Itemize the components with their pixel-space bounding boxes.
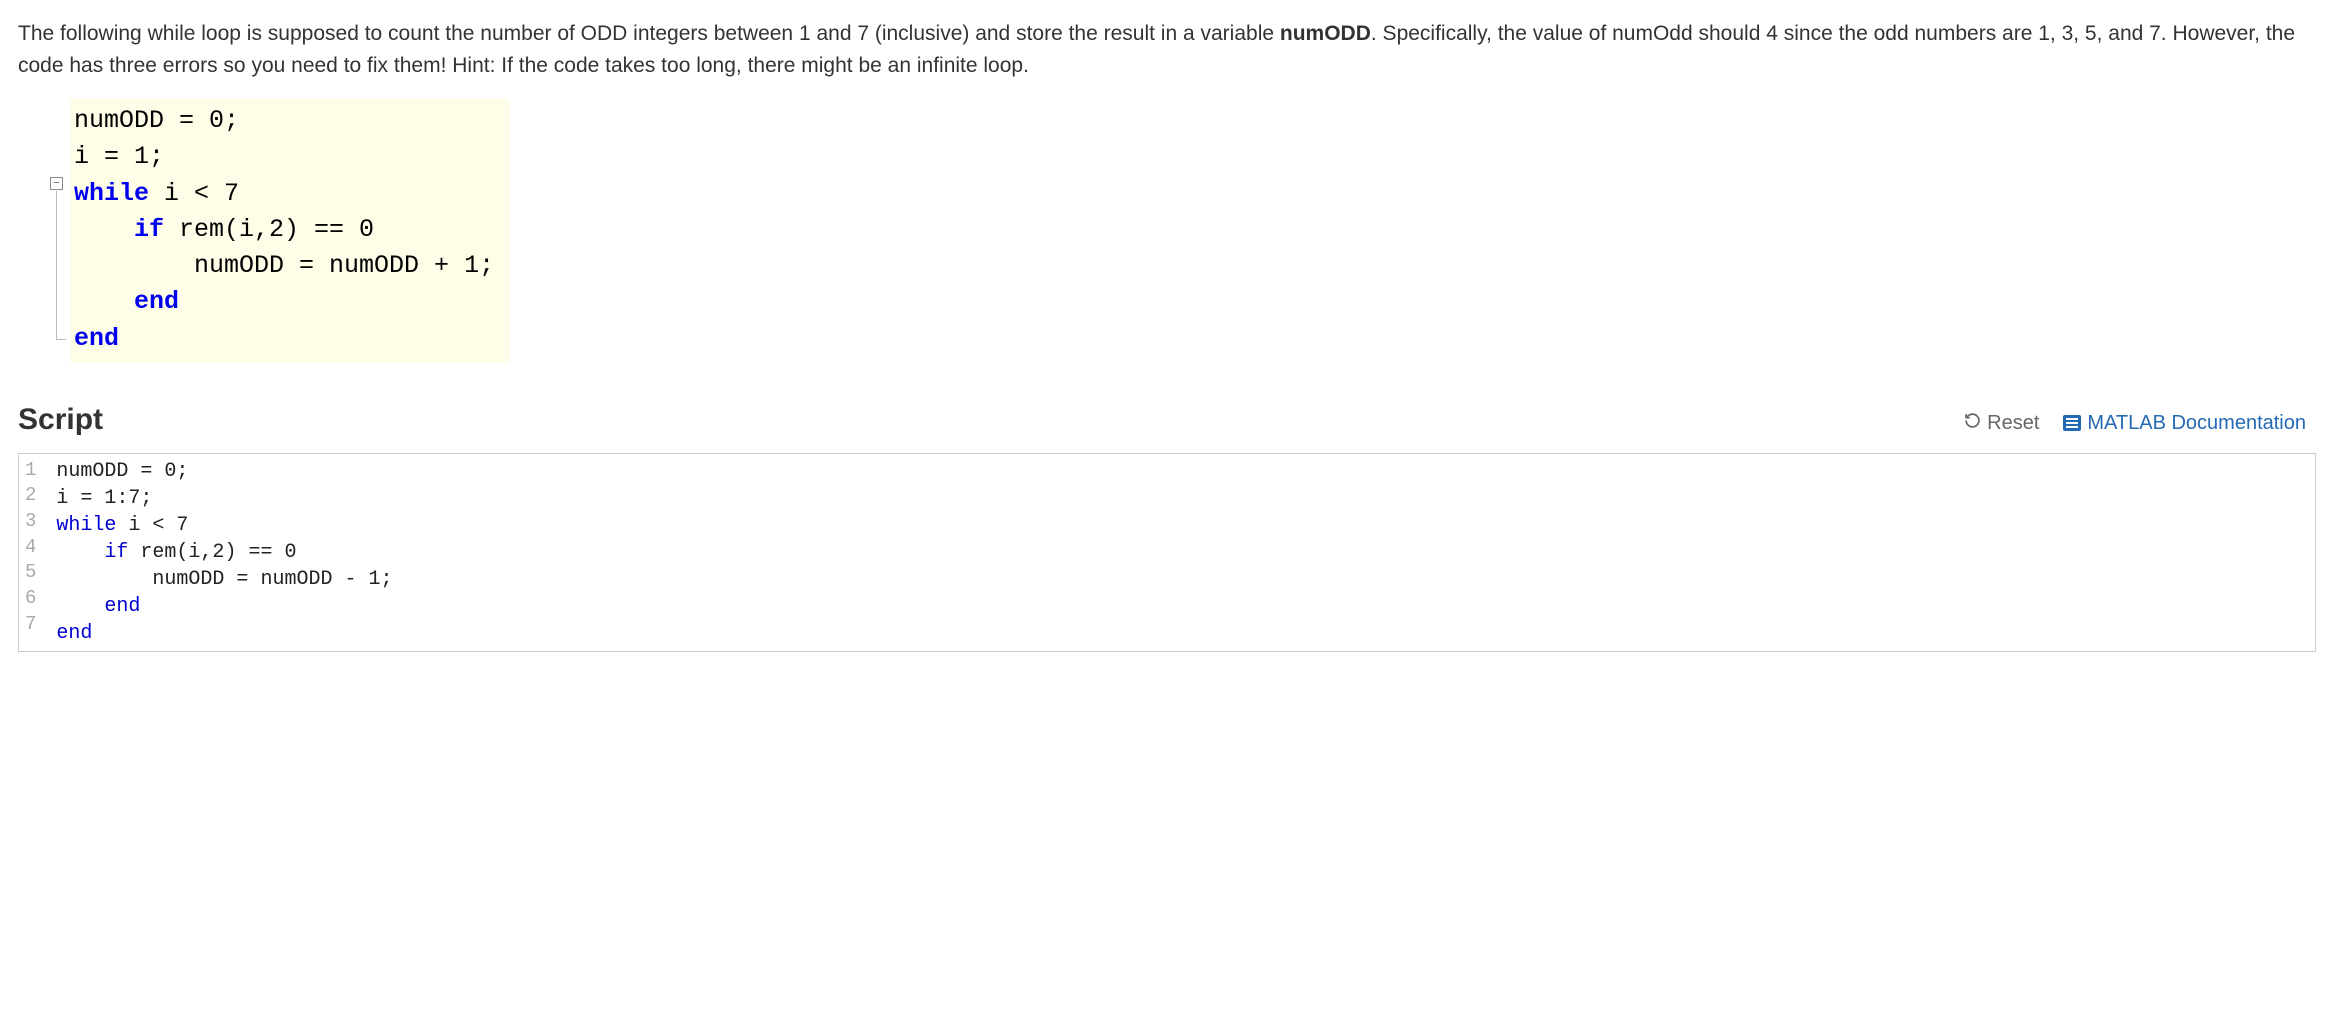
reset-icon: [1964, 412, 1981, 435]
reset-label: Reset: [1987, 412, 2039, 435]
ref-line-5: numODD = numODD + 1;: [74, 251, 494, 280]
documentation-link[interactable]: MATLAB Documentation: [2063, 412, 2306, 435]
line-number: 1: [23, 458, 38, 484]
fold-guide-vertical: [56, 191, 57, 339]
ed-line-4-rest: rem(i,2) == 0: [128, 541, 296, 564]
line-number: 5: [23, 560, 38, 586]
line-number: 3: [23, 509, 38, 535]
reference-code: numODD = 0; i = 1; while i < 7 if rem(i,…: [70, 99, 510, 363]
script-title: Script: [18, 403, 103, 437]
ref-line-3-kw: while: [74, 179, 149, 208]
fold-guide-horizontal: [56, 339, 66, 340]
script-actions: Reset MATLAB Documentation: [1964, 412, 2306, 435]
reference-code-block: − numODD = 0; i = 1; while i < 7 if rem(…: [36, 99, 2316, 363]
editor-line-gutter: 1 2 3 4 5 6 7: [19, 454, 46, 651]
line-number: 6: [23, 586, 38, 612]
ed-line-5: numODD = numODD - 1;: [56, 568, 392, 591]
ref-line-4-rest: rem(i,2) == 0: [164, 215, 374, 244]
ed-line-1: numODD = 0;: [56, 460, 188, 483]
documentation-icon: [2063, 415, 2081, 431]
reset-button[interactable]: Reset: [1964, 412, 2039, 435]
problem-statement: The following while loop is supposed to …: [18, 18, 2316, 81]
ed-line-6-kw: end: [104, 595, 140, 618]
ed-line-6-indent: [56, 595, 104, 618]
ed-line-4-kw: if: [56, 541, 128, 564]
script-header: Script Reset MATLAB Documentation: [18, 403, 2316, 437]
documentation-label: MATLAB Documentation: [2087, 412, 2306, 435]
ref-line-4-kw: if: [74, 215, 164, 244]
ref-line-7: end: [74, 324, 119, 353]
problem-text-a: The following while loop is supposed to …: [18, 22, 1280, 45]
ref-line-3-rest: i < 7: [149, 179, 239, 208]
line-number: 4: [23, 535, 38, 561]
ed-line-2: i = 1:7;: [56, 487, 152, 510]
ref-line-6: end: [74, 287, 179, 316]
editor-code-area[interactable]: numODD = 0; i = 1:7; while i < 7 if rem(…: [46, 454, 2315, 651]
fold-gutter: −: [36, 99, 70, 363]
ed-line-7: end: [56, 622, 92, 645]
ed-line-3-kw: while: [56, 514, 116, 537]
code-editor[interactable]: 1 2 3 4 5 6 7 numODD = 0; i = 1:7; while…: [18, 453, 2316, 652]
problem-bold-var: numODD: [1280, 22, 1371, 45]
ed-line-3-rest: i < 7: [116, 514, 188, 537]
ref-line-1: numODD = 0;: [74, 106, 239, 135]
fold-toggle-icon[interactable]: −: [50, 177, 63, 190]
line-number: 2: [23, 483, 38, 509]
ref-line-2: i = 1;: [74, 142, 164, 171]
line-number: 7: [23, 612, 38, 638]
